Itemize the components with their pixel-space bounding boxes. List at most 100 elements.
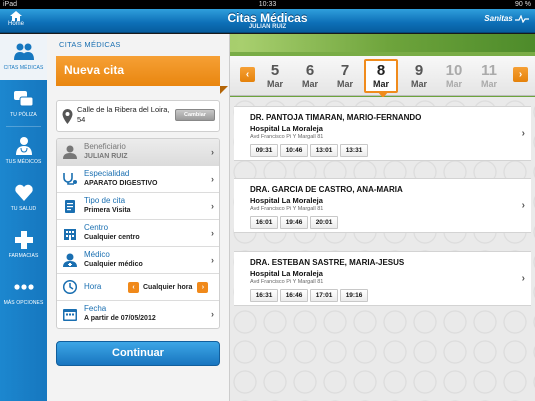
tab-tu-poliza[interactable]: TU PÓLIZA <box>0 81 47 127</box>
day-number: 9 <box>414 62 424 79</box>
tab-bar: CITAS MÉDICAS TU PÓLIZA TUS MÉDICOS TU S… <box>0 34 47 401</box>
tab-label: TUS MÉDICOS <box>5 159 42 165</box>
status-bar: iPad 10:33 90 % <box>0 0 535 9</box>
clipboard-icon <box>65 200 75 213</box>
option-key: Médico <box>84 250 110 259</box>
doctor-results-list: DR. PANTOJA TIMARAN, MARIO-FERNANDO Hosp… <box>230 97 535 401</box>
day-month: Mar <box>445 79 462 89</box>
tab-tus-medicos[interactable]: TUS MÉDICOS <box>0 128 47 174</box>
doctor-result-card[interactable]: DRA. ESTEBAN SASTRE, MARIA-JESUS Hospita… <box>234 251 531 306</box>
option-value: JULIAN RUIZ <box>84 153 128 160</box>
option-key: Beneficiario <box>84 142 126 151</box>
option-key: Centro <box>84 223 109 232</box>
tab-tu-salud[interactable]: TU SALUD <box>0 175 47 221</box>
chevron-right-icon: › <box>211 147 214 157</box>
date-selector: ‹ 5 Mar 6 Mar 7 Mar 8 Mar 9 Mar 10 Mar 1… <box>230 56 535 98</box>
next-dates-button[interactable]: › <box>513 67 528 82</box>
option-value: Cualquier médico <box>84 261 143 268</box>
time-slots: 09:31 10:46 13:01 13:31 <box>250 144 370 157</box>
doctor-result-card[interactable]: DR. PANTOJA TIMARAN, MARIO-FERNANDO Hosp… <box>234 106 531 161</box>
option-row-medico[interactable]: Médico Cualquier médico › <box>57 247 219 274</box>
heading-label: Nueva cita <box>64 63 125 77</box>
time-slots: 16:01 19:46 20:01 <box>250 216 340 229</box>
day-month: Mar <box>480 79 497 89</box>
option-row-centro[interactable]: Centro Cualquier centro › <box>57 220 219 247</box>
option-key: Fecha <box>84 304 107 313</box>
results-area: ‹ 5 Mar 6 Mar 7 Mar 8 Mar 9 Mar 10 Mar 1… <box>230 34 535 401</box>
doctors-icon <box>15 137 32 155</box>
option-key: Tipo de cita <box>84 196 126 205</box>
date-option[interactable]: 6 Mar <box>293 62 327 90</box>
chevron-right-icon: › <box>211 228 214 238</box>
time-slot[interactable]: 09:31 <box>250 144 278 157</box>
tab-label: MÁS OPCIONES <box>3 300 44 306</box>
option-value: Cualquier centro <box>84 234 140 241</box>
appointment-options-list: Beneficiario JULIAN RUIZ › Especialidad … <box>56 138 220 329</box>
option-row-fecha[interactable]: Fecha A partir de 07/05/2012 › <box>57 301 219 328</box>
heart-icon <box>14 184 33 201</box>
app-header: Home Citas Médicas JULIAN RUIZ Sanitas <box>0 9 535 33</box>
doctor-result-card[interactable]: DRA. GARCIA DE CASTRO, ANA-MARIA Hospita… <box>234 178 531 233</box>
hospital-address: Avd Francisco Pi Y Margall 81 <box>250 134 324 140</box>
time-slot[interactable]: 13:31 <box>340 144 368 157</box>
date-option[interactable]: 10 Mar <box>437 62 471 90</box>
address-box: Calle de la Ribera del Loira, 54 Cambiar <box>56 100 220 132</box>
time-slot[interactable]: 19:16 <box>340 289 368 302</box>
time-value: Cualquier hora <box>143 283 193 291</box>
day-number: 10 <box>445 62 463 79</box>
doctor-icon <box>63 253 77 267</box>
day-number: 6 <box>305 62 315 79</box>
ribbon-tail <box>220 86 228 94</box>
chevron-right-icon: › <box>521 200 525 211</box>
date-option[interactable]: 9 Mar <box>402 62 436 90</box>
time-slot[interactable]: 20:01 <box>310 216 338 229</box>
date-option[interactable]: 5 Mar <box>258 63 292 90</box>
building-icon <box>64 229 76 240</box>
tab-farmacias[interactable]: FARMACIAS <box>0 222 47 268</box>
more-icon <box>13 284 34 290</box>
date-option-selected[interactable]: 8 Mar <box>364 59 398 98</box>
time-prev-button[interactable]: ‹ <box>128 281 139 293</box>
continue-button[interactable]: Continuar <box>56 341 220 366</box>
hospital-name: Hospital La Moraleja <box>250 124 323 133</box>
tab-label: TU PÓLIZA <box>10 112 37 118</box>
tab-citas-medicas[interactable]: CITAS MÉDICAS <box>0 34 47 80</box>
day-month: Mar <box>410 79 427 89</box>
time-slot[interactable]: 13:01 <box>310 144 338 157</box>
section-title: CITAS MÉDICAS <box>59 40 121 49</box>
page-subtitle: JULIAN RUIZ <box>248 24 287 30</box>
chevron-right-icon: › <box>211 255 214 265</box>
day-number: 7 <box>340 62 350 79</box>
hospital-address: Avd Francisco Pi Y Margall 81 <box>250 206 324 212</box>
time-slots: 16:31 16:46 17:01 19:16 <box>250 289 370 302</box>
person-icon <box>63 145 77 159</box>
day-month: Mar <box>301 79 318 89</box>
stethoscope-icon <box>63 173 77 185</box>
brand-logo: Sanitas <box>484 14 529 24</box>
change-address-button[interactable]: Cambiar <box>175 109 215 121</box>
clock-icon <box>62 280 78 294</box>
date-option[interactable]: 7 Mar <box>328 62 362 90</box>
nueva-cita-heading: Nueva cita <box>56 56 228 94</box>
date-option[interactable]: 11 Mar <box>472 63 506 90</box>
previous-dates-button[interactable]: ‹ <box>240 67 255 82</box>
tab-label: FARMACIAS <box>8 253 39 259</box>
tab-mas-opciones[interactable]: MÁS OPCIONES <box>0 269 47 315</box>
time-slot[interactable]: 19:46 <box>280 216 308 229</box>
time-next-button[interactable]: › <box>197 281 209 293</box>
option-row-beneficiario[interactable]: Beneficiario JULIAN RUIZ › <box>57 139 219 166</box>
time-slot[interactable]: 17:01 <box>310 289 338 302</box>
battery-level: 90 % <box>515 1 531 8</box>
time-slot[interactable]: 16:46 <box>280 289 308 302</box>
option-row-tipo-de-cita[interactable]: Tipo de cita Primera Visita › <box>57 193 219 220</box>
time-slot[interactable]: 16:31 <box>250 289 278 302</box>
time-slot[interactable]: 16:01 <box>250 216 278 229</box>
doctor-name: DRA. ESTEBAN SASTRE, MARIA-JESUS <box>250 258 405 267</box>
people-icon <box>13 43 34 60</box>
option-value: A partir de 07/05/2012 <box>84 315 156 322</box>
option-key: Hora <box>84 282 102 291</box>
hospital-name: Hospital La Moraleja <box>250 269 323 278</box>
time-slot[interactable]: 10:46 <box>280 144 308 157</box>
hospital-address: Avd Francisco Pi Y Margall 81 <box>250 279 324 285</box>
option-row-especialidad[interactable]: Especialidad APARATO DIGESTIVO › <box>57 166 219 193</box>
